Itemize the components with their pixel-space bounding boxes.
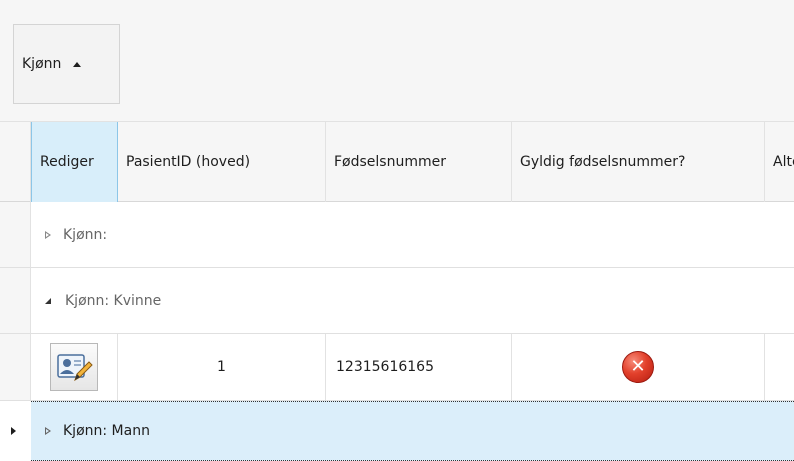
column-header-label: Alte	[773, 154, 794, 170]
cell-gyldig: ✕	[512, 334, 765, 400]
edit-contact-icon	[57, 354, 93, 382]
expand-icon[interactable]	[45, 230, 51, 239]
table-row[interactable]: 1 12315616165 ✕	[31, 334, 794, 401]
group-row-label: Kjønn:	[63, 226, 108, 243]
column-header-gyldig[interactable]: Gyldig fødselsnummer?	[512, 122, 765, 202]
group-chip-label: Kjønn	[22, 56, 62, 72]
row-indicator-current	[0, 401, 31, 461]
column-header-label: Rediger	[40, 154, 94, 170]
group-row-empty[interactable]: Kjønn:	[31, 202, 794, 268]
header-indicator-cell	[0, 122, 31, 202]
group-row-label: Kjønn: Kvinne	[65, 292, 162, 309]
group-panel: Kjønn	[0, 0, 794, 122]
current-row-arrow-icon	[11, 427, 16, 435]
column-header-alternative[interactable]: Alte	[765, 122, 794, 202]
column-header-label: Gyldig fødselsnummer?	[520, 154, 686, 170]
edit-button[interactable]	[50, 343, 98, 391]
error-symbol: ✕	[630, 356, 646, 377]
group-row-kvinne[interactable]: Kjønn: Kvinne	[31, 268, 794, 334]
group-chip-kjonn[interactable]: Kjønn	[13, 24, 120, 104]
column-header-pasientid[interactable]: PasientID (hoved)	[118, 122, 326, 202]
pasientid-value: 1	[217, 359, 226, 375]
expand-icon[interactable]	[45, 427, 51, 435]
cell-fodselsnummer: 12315616165	[326, 334, 512, 400]
cell-pasientid: 1	[118, 334, 326, 400]
column-header-fodselsnummer[interactable]: Fødselsnummer	[326, 122, 512, 202]
collapse-icon[interactable]	[45, 297, 51, 304]
column-header-label: PasientID (hoved)	[126, 154, 251, 170]
column-header-row: Rediger PasientID (hoved) Fødselsnummer …	[0, 122, 794, 202]
cell-rediger	[31, 334, 118, 400]
cell-alternative	[765, 334, 794, 400]
row-indicator	[0, 268, 31, 334]
group-row-label: Kjønn: Mann	[63, 423, 150, 439]
fodselsnummer-value: 12315616165	[336, 359, 434, 375]
row-indicator	[0, 202, 31, 268]
column-header-rediger[interactable]: Rediger	[31, 122, 118, 202]
row-indicator	[0, 334, 31, 401]
column-header-label: Fødselsnummer	[334, 154, 446, 170]
group-row-mann[interactable]: Kjønn: Mann	[31, 401, 794, 461]
sort-ascending-icon[interactable]	[73, 61, 82, 67]
error-icon: ✕	[622, 351, 654, 383]
